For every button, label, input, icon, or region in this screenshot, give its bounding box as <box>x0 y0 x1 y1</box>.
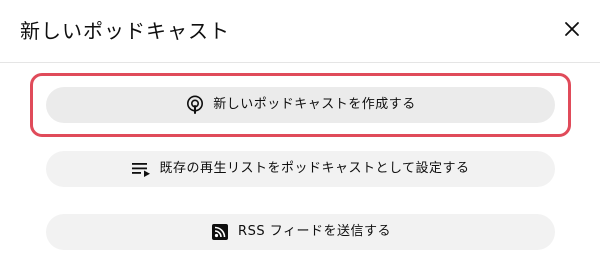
close-button[interactable] <box>558 17 586 45</box>
rss-feed-icon <box>210 222 230 242</box>
create-new-podcast-button[interactable]: 新しいポッドキャストを作成する <box>46 87 555 123</box>
submit-rss-feed-button[interactable]: RSS フィードを送信する <box>46 214 555 250</box>
new-podcast-dialog: 新しいポッドキャスト 新しいポッドキャストを作成する 既存の再生リストをポッドキ… <box>0 0 600 280</box>
set-playlist-as-podcast-button[interactable]: 既存の再生リストをポッドキャストとして設定する <box>46 151 555 187</box>
header-divider <box>0 62 600 63</box>
create-new-podcast-label: 新しいポッドキャストを作成する <box>213 97 416 112</box>
set-playlist-as-podcast-label: 既存の再生リストをポッドキャストとして設定する <box>159 161 470 176</box>
dialog-title: 新しいポッドキャスト <box>20 19 230 43</box>
podcast-icon <box>185 95 205 115</box>
submit-rss-feed-label: RSS フィードを送信する <box>238 224 391 239</box>
dialog-header: 新しいポッドキャスト <box>0 0 600 62</box>
close-icon <box>564 21 580 41</box>
playlist-add-icon <box>131 159 151 179</box>
